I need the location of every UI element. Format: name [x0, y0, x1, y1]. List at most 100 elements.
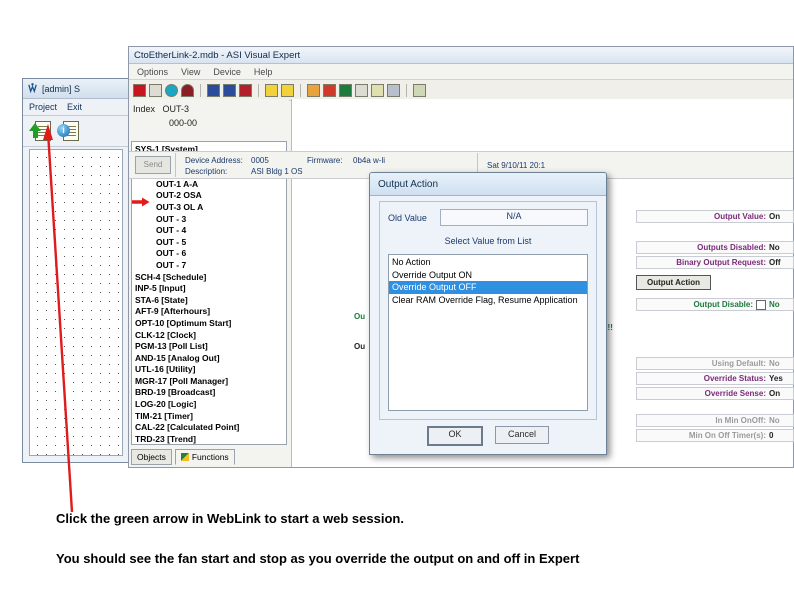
weblink-menubar[interactable]: Project Exit [23, 99, 129, 116]
weblink-window[interactable]: [admin] S Project Exit i [22, 78, 130, 463]
tree-item[interactable]: UTL-16 [Utility] [132, 364, 286, 376]
tree-item[interactable]: OUT-1 A-A [132, 179, 286, 191]
red-right-arrow-icon [132, 194, 150, 207]
output-disable-checkbox[interactable] [756, 299, 766, 310]
tree-item[interactable]: MGR-17 [Poll Manager] [132, 376, 286, 388]
toolbar-icon-home[interactable] [307, 83, 320, 97]
toolbar-icon-bus-2[interactable] [281, 83, 294, 97]
toolbar-separator [200, 83, 201, 97]
menu-help[interactable]: Help [254, 67, 273, 77]
field-using-default-label: Using Default: [711, 359, 766, 368]
field-override-status-label: Override Status: [703, 374, 766, 383]
toolbar-icon-save-2[interactable] [223, 83, 236, 97]
value-list-item[interactable]: No Action [389, 256, 587, 269]
tree-item[interactable]: OUT-2 OSA [132, 190, 286, 202]
expert-toolbar[interactable] [129, 80, 793, 101]
output-action-button[interactable]: Output Action [636, 275, 711, 290]
tree-item[interactable]: CLK-12 [Clock] [132, 330, 286, 342]
toolbar-icon-red-doc[interactable] [133, 83, 146, 97]
ok-button[interactable]: OK [427, 426, 483, 446]
expert-menubar[interactable]: Options View Device Help [129, 64, 793, 80]
toolbar-icon-grid[interactable] [387, 83, 400, 97]
tab-objects[interactable]: Objects [131, 449, 172, 465]
tree-item[interactable]: STA-6 [State] [132, 295, 286, 307]
field-using-default-value: No [769, 359, 780, 368]
caption-line-1: Click the green arrow in WebLink to star… [56, 511, 404, 526]
toolbar-icon-save-3[interactable] [239, 83, 252, 97]
field-output-value-value: On [769, 212, 781, 221]
value-list-item[interactable]: Override Output ON [389, 269, 587, 282]
value-list-item[interactable]: Override Output OFF [389, 281, 587, 294]
field-override-sense-value: On [769, 389, 781, 398]
expert-title-text: CtoEtherLink-2.mdb - ASI Visual Expert [134, 49, 301, 61]
toolbar-icon-alarm[interactable] [371, 83, 384, 97]
toolbar-icon-bus-1[interactable] [265, 83, 278, 97]
output-action-dialog[interactable]: Output Action Old Value N/A Select Value… [369, 172, 607, 455]
tree-item[interactable]: TIM-21 [Timer] [132, 411, 286, 423]
tree-item[interactable]: OUT - 7 [132, 260, 286, 272]
device-address-value: 0005 [251, 156, 269, 165]
old-value-field: N/A [440, 209, 588, 226]
object-tree[interactable]: SYS-1 [System]REM-2 [Remote]OUT-3 [Outpu… [131, 141, 287, 445]
value-list-item[interactable]: Clear RAM Override Flag, Resume Applicat… [389, 294, 587, 307]
tree-item[interactable]: AND-15 [Analog Out] [132, 353, 286, 365]
occluded-field-stub-top: Ou [354, 312, 366, 321]
menu-device[interactable]: Device [213, 67, 241, 77]
tree-item[interactable]: OUT - 6 [132, 248, 286, 260]
tab-objects-label: Objects [137, 452, 166, 462]
weblink-app-icon [28, 83, 37, 94]
tree-item[interactable]: PGM-13 [Poll List] [132, 341, 286, 353]
tree-item[interactable]: OPT-10 [Optimum Start] [132, 318, 286, 330]
toolbar-icon-magnet[interactable] [181, 83, 194, 97]
weblink-menu-exit[interactable]: Exit [67, 102, 82, 112]
field-binary-output-request-label: Binary Output Request: [676, 258, 766, 267]
value-listbox[interactable]: No Action Override Output ON Override Outp… [388, 254, 588, 411]
cancel-button[interactable]: Cancel [495, 426, 549, 444]
tree-item[interactable]: SCH-4 [Schedule] [132, 272, 286, 284]
field-override-status-value: Yes [769, 374, 783, 383]
index-label: Index OUT-3 [129, 99, 289, 114]
weblink-title-text: [admin] S [42, 83, 81, 94]
info-document-icon[interactable]: i [57, 121, 79, 141]
weblink-menu-project[interactable]: Project [29, 102, 57, 112]
dialog-title-text: Output Action [378, 178, 439, 190]
occluded-field-stub-bottom: Ou [354, 342, 366, 351]
tree-item[interactable]: AFT-9 [Afterhours] [132, 306, 286, 318]
toolbar-icon-hand[interactable] [355, 83, 368, 97]
field-using-default: Using Default: No [636, 357, 794, 370]
field-in-min-onoff-value: No [769, 416, 780, 425]
pane-tabs[interactable]: Objects Functions [131, 449, 235, 465]
toolbar-icon-tools[interactable] [323, 83, 336, 97]
dialog-buttons: OK Cancel [370, 426, 606, 446]
tree-item[interactable]: OUT - 3 [132, 214, 286, 226]
tree-item[interactable]: TRD-23 [Trend] [132, 434, 286, 444]
field-binary-output-request: Binary Output Request: Off [636, 256, 794, 269]
weblink-canvas[interactable] [29, 149, 123, 456]
toolbar-icon-save-1[interactable] [207, 83, 220, 97]
tab-functions-label: Functions [191, 452, 229, 462]
tree-item[interactable]: CAL-22 [Calculated Point] [132, 422, 286, 434]
toolbar-icon-binoculars[interactable] [165, 83, 178, 97]
menu-options[interactable]: Options [137, 67, 168, 77]
toolbar-icon-panel[interactable] [339, 83, 352, 97]
green-up-arrow-document-icon[interactable] [29, 121, 51, 141]
index-sub-value: 000-00 [169, 118, 198, 128]
field-output-disable[interactable]: Output Disable: No [636, 298, 794, 311]
menu-view[interactable]: View [181, 67, 200, 77]
select-value-label: Select Value from List [444, 236, 532, 246]
device-datetime: Sat 9/10/11 20:1 [487, 161, 546, 170]
weblink-toolbar[interactable]: i [23, 116, 129, 147]
toolbar-icon-edit[interactable] [413, 83, 426, 97]
tree-item[interactable]: OUT-3 OL A [132, 202, 286, 214]
field-outputs-disabled: Outputs Disabled: No [636, 241, 794, 254]
tree-item[interactable]: LOG-20 [Logic] [132, 399, 286, 411]
send-button[interactable]: Send [135, 156, 171, 174]
toolbar-icon-envelope[interactable] [149, 83, 162, 97]
tree-item[interactable]: BRD-19 [Broadcast] [132, 387, 286, 399]
index-value: OUT-3 [162, 104, 190, 114]
tree-item[interactable]: OUT - 5 [132, 237, 286, 249]
tree-item[interactable]: OUT - 4 [132, 225, 286, 237]
tree-item[interactable]: INP-5 [Input] [132, 283, 286, 295]
tab-functions[interactable]: Functions [174, 449, 235, 465]
old-value-label: Old Value [388, 212, 427, 223]
